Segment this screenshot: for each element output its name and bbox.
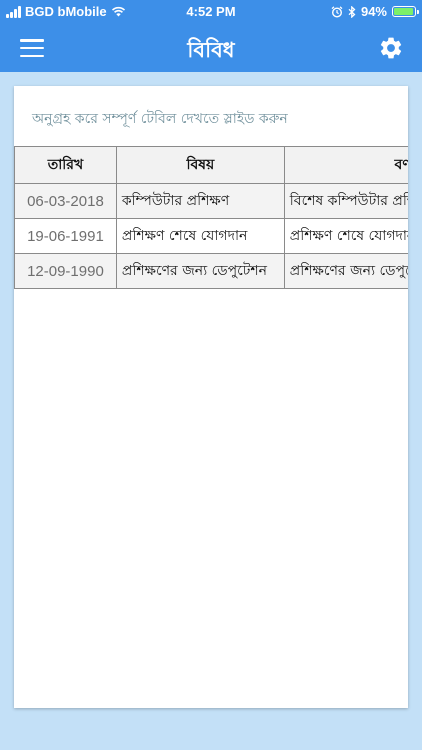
page-title: বিবিধ xyxy=(187,38,235,62)
bluetooth-icon xyxy=(348,5,356,18)
table-header-row: তারিখ বিষয় বর্ণনা xyxy=(14,146,408,184)
cell-description: প্রশিক্ষণের জন্য ডেপুটেশন xyxy=(283,253,408,289)
header-date: তারিখ xyxy=(14,146,117,184)
gear-icon[interactable] xyxy=(378,35,404,61)
table-row: 06-03-2018 কম্পিউটার প্রশিক্ষণ বিশেষ কম্… xyxy=(14,183,408,219)
cell-subject: কম্পিউটার প্রশিক্ষণ xyxy=(115,183,285,219)
battery-percent: 94% xyxy=(360,4,387,19)
status-right: 94% xyxy=(331,4,419,19)
alarm-icon xyxy=(331,5,343,18)
header-description: বর্ণনা xyxy=(283,146,408,184)
cell-subject: প্রশিক্ষণের জন্য ডেপুটেশন xyxy=(115,253,285,289)
table-row: 12-09-1990 প্রশিক্ষণের জন্য ডেপুটেশন প্র… xyxy=(14,253,408,289)
cell-date: 19-06-1991 xyxy=(14,218,117,254)
scroll-hint: অনুগ্রহ করে সম্পূর্ণ টেবিল দেখতে স্লাইড … xyxy=(32,111,288,127)
table-row: 19-06-1991 প্রশিক্ষণ শেষে যোগদান প্রশিক্… xyxy=(14,218,408,254)
header-subject: বিষয় xyxy=(115,146,285,184)
cell-date: 06-03-2018 xyxy=(14,183,117,219)
cell-description: বিশেষ কম্পিউটার প্রশিক্ষণ xyxy=(283,183,408,219)
battery-icon xyxy=(392,6,419,17)
cell-subject: প্রশিক্ষণ শেষে যোগদান xyxy=(115,218,285,254)
cell-date: 12-09-1990 xyxy=(14,253,117,289)
app-bar: বিবিধ xyxy=(0,24,422,72)
status-bar: BGD bMobile 4:52 PM 94% xyxy=(0,0,422,24)
battery-fill xyxy=(394,8,413,15)
content-card: অনুগ্রহ করে সম্পূর্ণ টেবিল দেখতে স্লাইড … xyxy=(14,86,408,708)
data-table: তারিখ বিষয় বর্ণনা 06-03-2018 কম্পিউটার … xyxy=(14,146,408,289)
cell-description: প্রশিক্ষণ শেষে যোগদান xyxy=(283,218,408,254)
table-scroll-area[interactable]: তারিখ বিষয় বর্ণনা 06-03-2018 কম্পিউটার … xyxy=(14,146,408,289)
